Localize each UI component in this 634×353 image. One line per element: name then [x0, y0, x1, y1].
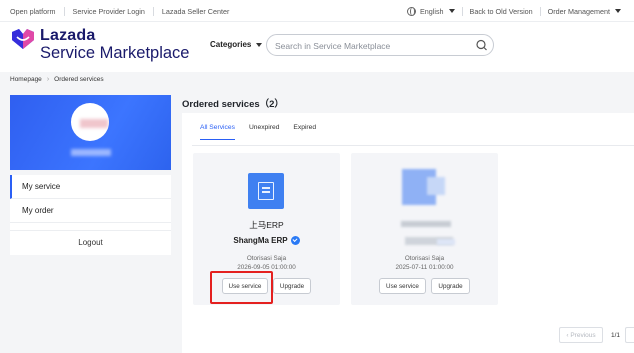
tab-unexpired[interactable]: Unexpired [249, 124, 279, 140]
upgrade-button[interactable]: Upgrade [431, 278, 470, 294]
services-panel: All Services Unexpired Expired 上马ERP Sha… [182, 113, 634, 353]
tab-expired[interactable]: Expired [293, 124, 316, 140]
service-card: Otorisasi Saja 2025-07-11 01:00:00 Use s… [351, 153, 498, 305]
service-tabs: All Services Unexpired Expired [200, 124, 330, 140]
previous-page-button[interactable]: ‹ Previous [559, 327, 603, 343]
avatar [71, 103, 109, 141]
profile-card [10, 95, 171, 170]
chevron-down-icon [256, 42, 263, 47]
breadcrumb: Homepage › Ordered services [10, 76, 104, 83]
sidebar-menu: My service My order Logout [10, 175, 171, 255]
back-label: Back to Old Version [469, 6, 533, 16]
breadcrumb-home[interactable]: Homepage [10, 76, 42, 83]
redacted-app-icon-part [427, 177, 445, 195]
next-page-button[interactable] [625, 327, 634, 343]
page-title: Ordered services（2） [182, 99, 284, 110]
categories-dropdown[interactable]: Categories [210, 40, 263, 49]
sidebar-item-my-order[interactable]: My order [10, 199, 171, 223]
authorization-type: Otorisasi Saja [246, 255, 287, 262]
logout-button[interactable]: Logout [10, 230, 171, 254]
search-input[interactable] [275, 38, 465, 53]
chevron-right-icon: › [46, 76, 50, 83]
globe-icon [406, 6, 416, 16]
top-utility-bar: Open platform Service Provider Login Laz… [0, 0, 634, 22]
use-service-button[interactable]: Use service [379, 278, 426, 294]
service-name-text: ShangMa ERP [233, 236, 288, 245]
service-card: 上马ERP ShangMa ERP Otorisasi Saja 2026-09… [193, 153, 340, 305]
verified-badge-icon [290, 236, 300, 245]
language-label: English [419, 6, 444, 16]
lazada-logo-icon[interactable] [10, 28, 36, 50]
page-indicator: 1/1 [611, 331, 621, 339]
order-management-label: Order Management [547, 6, 610, 16]
service-provider-login-link[interactable]: Service Provider Login [63, 6, 153, 16]
top-links: Open platform Service Provider Login Laz… [10, 0, 237, 22]
search-box [266, 34, 494, 56]
search-icon[interactable] [473, 37, 490, 53]
seller-center-link[interactable]: Lazada Seller Center [152, 6, 238, 16]
shangma-erp-app-icon [248, 173, 284, 209]
chevron-down-icon [615, 9, 621, 13]
upgrade-button[interactable]: Upgrade [273, 278, 311, 294]
top-right-controls: English Back to Old Version Order Manage… [400, 0, 628, 22]
username-redacted [71, 149, 111, 156]
service-name-cn: 上马ERP [249, 220, 284, 230]
expiry-date: 2025-07-11 01:00:00 [395, 264, 454, 271]
tab-all-services[interactable]: All Services [200, 124, 235, 140]
main-header: Lazada Service Marketplace Categories [0, 22, 634, 72]
back-to-old-version-link[interactable]: Back to Old Version [461, 6, 540, 16]
redacted-service-name-cn [401, 221, 451, 227]
language-selector[interactable]: English [400, 6, 462, 16]
chevron-down-icon [448, 9, 455, 13]
pagination: ‹ Previous 1/1 [559, 327, 634, 343]
service-name: ShangMa ERP [193, 236, 340, 245]
breadcrumb-current: Ordered services [54, 76, 104, 83]
brand-name: Lazada [40, 27, 96, 44]
brand-subtitle: Service Marketplace [40, 44, 190, 62]
sidebar-item-my-service[interactable]: My service [10, 175, 171, 199]
categories-label: Categories [210, 40, 252, 49]
order-management-menu[interactable]: Order Management [539, 6, 628, 16]
use-service-button[interactable]: Use service [222, 278, 268, 294]
open-platform-link[interactable]: Open platform [10, 7, 64, 16]
authorization-type: Otorisasi Saja [404, 255, 445, 262]
expiry-date: 2026-09-05 01:00:00 [237, 264, 296, 271]
tab-divider [192, 145, 634, 146]
redacted-badge [437, 239, 455, 245]
avatar-redacted-image [80, 119, 108, 128]
